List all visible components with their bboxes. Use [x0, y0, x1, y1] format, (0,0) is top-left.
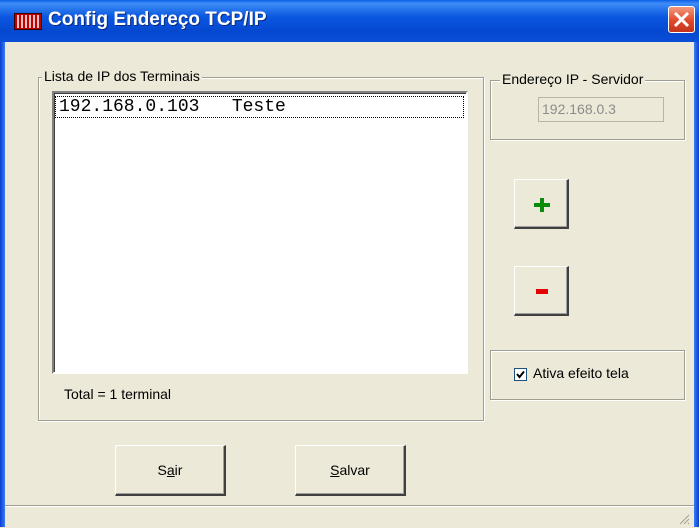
- exit-button-label: Sair: [157, 462, 183, 478]
- title-bar[interactable]: Config Endereço TCP/IP: [0, 0, 699, 42]
- window-title: Config Endereço TCP/IP: [48, 9, 267, 30]
- screen-effect-label[interactable]: Ativa efeito tela: [533, 365, 629, 381]
- resize-grip-icon: [679, 514, 690, 525]
- plus-icon: [534, 198, 550, 212]
- save-button-label: Salvar: [330, 462, 370, 478]
- close-icon: [673, 11, 690, 28]
- check-icon: [516, 370, 525, 379]
- minus-icon: [536, 289, 548, 294]
- save-button[interactable]: Salvar: [295, 445, 406, 496]
- exit-button[interactable]: Sair: [115, 445, 226, 496]
- status-bar: [5, 505, 694, 528]
- remove-terminal-button[interactable]: [514, 266, 569, 316]
- window-border-right: [694, 42, 699, 527]
- app-icon: [14, 13, 42, 30]
- list-item[interactable]: 192.168.0.103 Teste: [55, 96, 464, 118]
- screen-effect-checkbox[interactable]: [514, 368, 527, 381]
- terminal-list[interactable]: 192.168.0.103 Teste: [52, 91, 468, 374]
- server-ip-legend: Endereço IP - Servidor: [500, 71, 646, 87]
- close-button[interactable]: [668, 6, 695, 33]
- window-border-left: [0, 42, 5, 527]
- terminals-group-legend: Lista de IP dos Terminais: [42, 68, 202, 84]
- terminal-total: Total = 1 terminal: [64, 386, 171, 402]
- server-ip-field[interactable]: 192.168.0.3: [538, 97, 664, 122]
- add-terminal-button[interactable]: [514, 179, 569, 229]
